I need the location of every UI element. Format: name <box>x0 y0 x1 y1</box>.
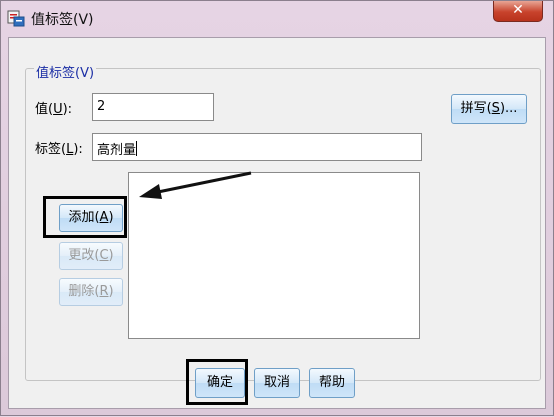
annotation-arrow-icon <box>139 171 252 199</box>
value-labels-dialog: 值标签(V) ✕ 值标签(V) 值(U): 2 拼写(S)... 标签(L): … <box>0 0 554 416</box>
